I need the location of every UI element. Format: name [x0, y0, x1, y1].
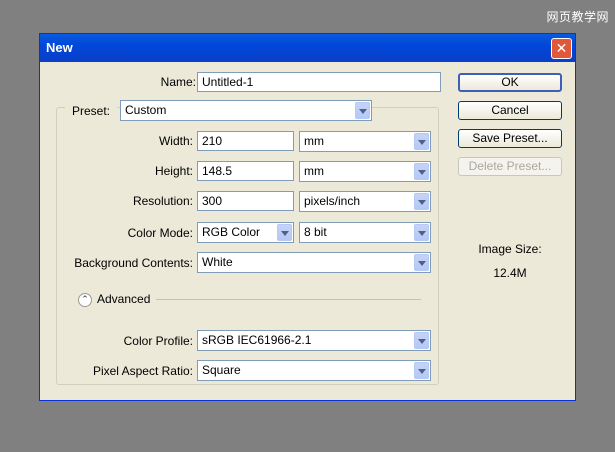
- width-unit-value: mm: [304, 134, 324, 148]
- pixel-aspect-ratio-select[interactable]: Square: [197, 360, 431, 381]
- ok-button[interactable]: OK: [458, 73, 562, 92]
- image-size-value: 12.4M: [493, 266, 527, 280]
- name-field[interactable]: Untitled-1: [197, 72, 441, 92]
- chevron-down-icon[interactable]: [414, 332, 429, 349]
- advanced-label[interactable]: Advanced: [97, 292, 150, 306]
- pixel-aspect-ratio-value: Square: [202, 363, 241, 377]
- name-label: Name:: [160, 75, 196, 89]
- height-field[interactable]: 148.5: [197, 161, 294, 181]
- delete-preset-button: Delete Preset...: [458, 157, 562, 176]
- dialog-body: Name: Untitled-1 Preset: Custom Width: 2…: [43, 62, 572, 397]
- resolution-label: Resolution:: [132, 194, 193, 208]
- color-profile-value: sRGB IEC61966-2.1: [202, 333, 312, 347]
- color-mode-select[interactable]: RGB Color: [197, 222, 294, 243]
- collapse-advanced-icon[interactable]: ⌃: [78, 293, 92, 307]
- chevron-down-icon[interactable]: [277, 224, 292, 241]
- advanced-divider: [156, 299, 421, 300]
- resolution-unit-value: pixels/inch: [304, 194, 361, 208]
- height-unit-select[interactable]: mm: [299, 161, 431, 182]
- resolution-unit-select[interactable]: pixels/inch: [299, 191, 431, 212]
- bit-depth-select[interactable]: 8 bit: [299, 222, 431, 243]
- height-unit-value: mm: [304, 164, 324, 178]
- title-bar[interactable]: New ✕: [40, 34, 575, 62]
- close-icon: ✕: [555, 40, 568, 56]
- close-button[interactable]: ✕: [551, 38, 572, 59]
- resolution-field[interactable]: 300: [197, 191, 294, 211]
- chevron-down-icon[interactable]: [414, 133, 429, 150]
- width-label: Width:: [158, 134, 193, 148]
- chevron-down-icon[interactable]: [414, 163, 429, 180]
- watermark: 网页教学网: [546, 10, 609, 24]
- color-mode-value: RGB Color: [202, 225, 261, 239]
- image-size-label: Image Size:: [478, 242, 542, 256]
- dialog-title: New: [46, 40, 73, 55]
- cancel-button[interactable]: Cancel: [458, 101, 562, 120]
- width-field[interactable]: 210: [197, 131, 294, 151]
- preset-select[interactable]: Custom: [120, 100, 372, 121]
- color-profile-label: Color Profile:: [123, 334, 193, 348]
- save-preset-button[interactable]: Save Preset...: [458, 129, 562, 148]
- background-contents-select[interactable]: White: [197, 252, 431, 273]
- width-unit-select[interactable]: mm: [299, 131, 431, 152]
- chevron-down-icon[interactable]: [355, 102, 370, 119]
- preset-label: Preset:: [65, 104, 117, 118]
- bit-depth-value: 8 bit: [304, 225, 327, 239]
- preset-value: Custom: [125, 103, 167, 117]
- background-contents-label: Background Contents:: [74, 256, 193, 270]
- chevron-down-icon[interactable]: [414, 193, 429, 210]
- chevron-down-icon[interactable]: [414, 254, 429, 271]
- color-profile-select[interactable]: sRGB IEC61966-2.1: [197, 330, 431, 351]
- color-mode-label: Color Mode:: [127, 226, 193, 240]
- chevron-down-icon[interactable]: [414, 362, 429, 379]
- height-label: Height:: [154, 164, 193, 178]
- chevron-down-icon[interactable]: [414, 224, 429, 241]
- pixel-aspect-ratio-label: Pixel Aspect Ratio:: [92, 364, 193, 378]
- new-document-dialog: New ✕ Name: Untitled-1 Preset: Custom Wi…: [39, 33, 576, 401]
- background-contents-value: White: [202, 255, 233, 269]
